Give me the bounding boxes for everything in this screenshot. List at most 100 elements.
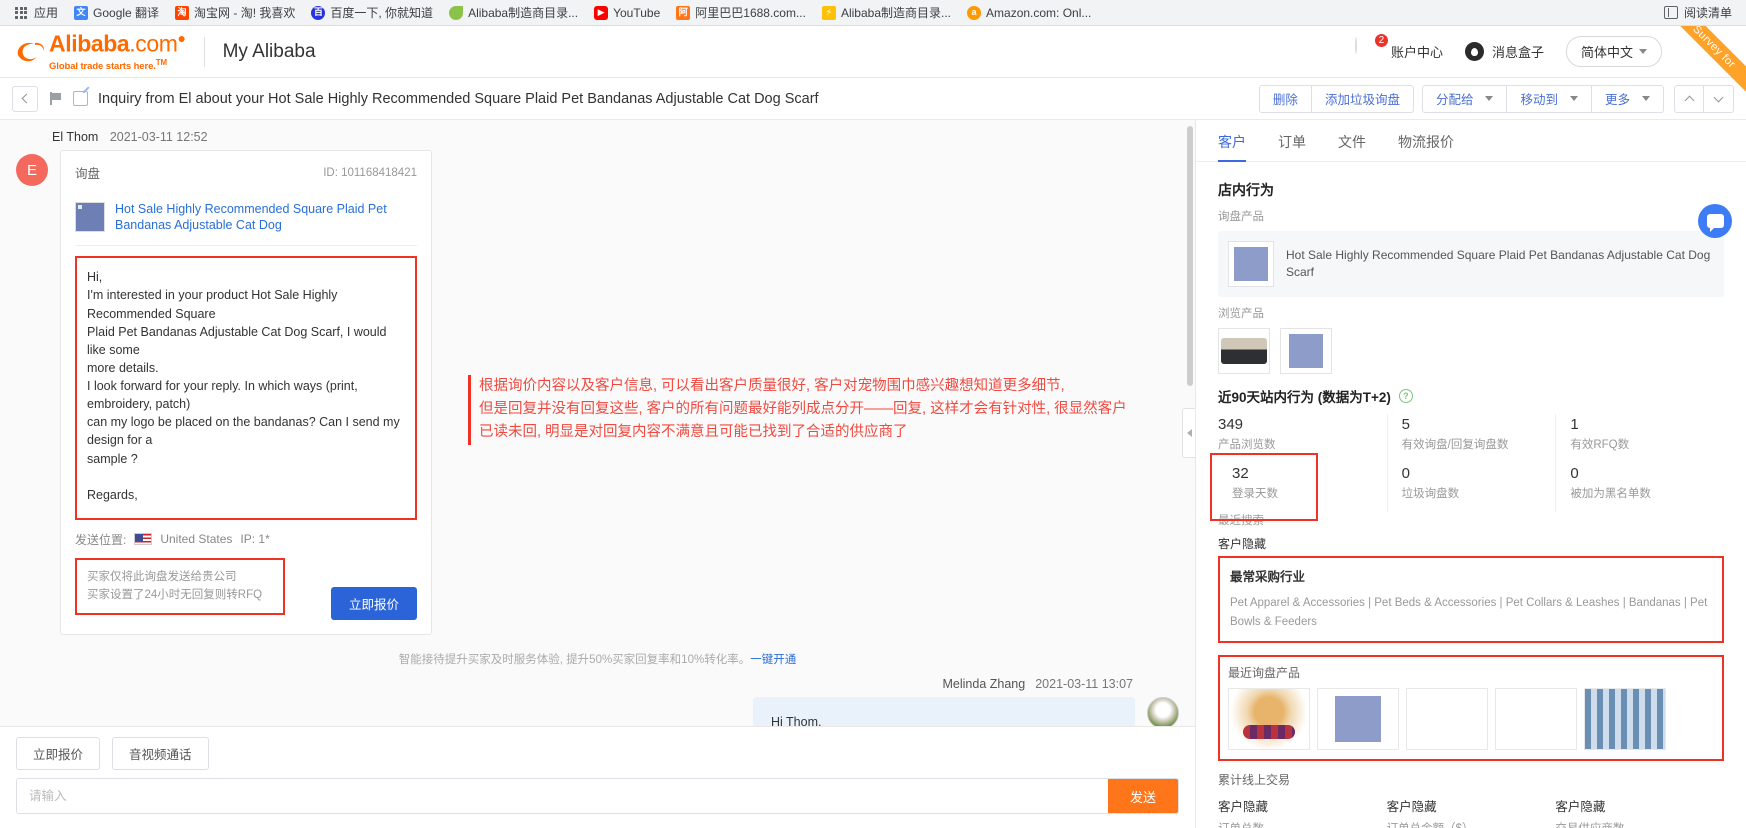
- add-spam-inquiry-button[interactable]: 添加垃圾询盘: [1312, 85, 1414, 113]
- chat-float-button[interactable]: [1698, 204, 1732, 238]
- delete-button[interactable]: 删除: [1259, 85, 1312, 113]
- browsed-product-thumbnail[interactable]: [1280, 328, 1332, 374]
- promo-banner: 智能接待提升买家及时服务体验, 提升50%买家回复率和10%转化率。一键开通: [0, 651, 1195, 667]
- product-link[interactable]: Hot Sale Highly Recommended Square Plaid…: [115, 202, 417, 233]
- trade-value: 客户隐藏: [1218, 796, 1387, 815]
- help-icon[interactable]: ?: [1399, 389, 1413, 403]
- industry-text: Pet Apparel & Accessories | Pet Beds & A…: [1230, 594, 1712, 631]
- flag-icon[interactable]: [48, 91, 63, 106]
- survey-ribbon-label: Survey for: [1672, 26, 1746, 96]
- baidu-icon: 百: [311, 6, 325, 20]
- survey-ribbon[interactable]: Survey for: [1672, 26, 1746, 100]
- alibaba-logo[interactable]: Alibaba.com● Global trade starts here.TM: [14, 31, 186, 71]
- header-divider: [204, 37, 205, 67]
- logo-tagline: Global trade starts here.: [49, 61, 156, 72]
- body-line: Hi,: [87, 268, 405, 286]
- send-location-country: United States: [160, 532, 232, 546]
- page-title: Inquiry from El about your Hot Sale High…: [98, 91, 819, 107]
- message-box-button[interactable]: 消息盒子: [1465, 42, 1544, 61]
- body-line: I look forward for your reply. In which …: [87, 377, 405, 413]
- note-line: 买家设置了24小时无回复则转RFQ: [87, 586, 273, 604]
- product-thumbnail: [75, 202, 105, 232]
- browsed-product-thumbnail[interactable]: [1218, 328, 1270, 374]
- bookmark-1688[interactable]: 阿 阿里巴巴1688.com...: [669, 2, 813, 23]
- my-alibaba-title: My Alibaba: [223, 41, 316, 63]
- inquiry-sender: El Thom: [52, 130, 98, 144]
- send-button[interactable]: 发送: [1108, 779, 1178, 813]
- inquiry-body: Hi, I'm interested in your product Hot S…: [75, 256, 417, 520]
- composer-quote-button[interactable]: 立即报价: [16, 737, 100, 770]
- bookmark-label: 阿里巴巴1688.com...: [695, 4, 806, 21]
- amazon-icon: a: [967, 6, 981, 20]
- quote-now-button[interactable]: 立即报价: [331, 587, 417, 620]
- bookmark-google-translate[interactable]: 文 Google 翻译: [67, 2, 166, 23]
- chat-bubble-icon: [1707, 214, 1724, 228]
- trade-supplier-count: 客户隐藏 交易供应商数: [1555, 796, 1724, 828]
- recent-inquiry-title: 最近询盘产品: [1228, 664, 1714, 681]
- collapse-sidebar-handle[interactable]: [1182, 408, 1195, 458]
- inquiry-product-name: Hot Sale Highly Recommended Square Plaid…: [1286, 247, 1714, 281]
- conversation-scroll: El Thom 2021-03-11 12:52 E 询盘 ID: 101168…: [0, 120, 1195, 828]
- promo-link[interactable]: 一键开通: [750, 654, 796, 666]
- stat-label: 垃圾询盘数: [1402, 486, 1556, 502]
- bookmark-apps[interactable]: 应用: [8, 2, 65, 23]
- inquiry-meta: El Thom 2021-03-11 12:52: [52, 130, 1195, 144]
- recent-product-thumbnail[interactable]: [1228, 688, 1310, 750]
- edit-note-icon[interactable]: [73, 91, 88, 106]
- bookmark-label: 淘宝网 - 淘! 我喜欢: [194, 4, 295, 21]
- bookmark-alibaba-directory-2[interactable]: ⚡ Alibaba制造商目录...: [815, 2, 958, 23]
- alibaba-swirl-icon: [14, 37, 48, 67]
- tab-customer[interactable]: 客户: [1218, 132, 1246, 161]
- youtube-icon: ▶: [594, 6, 608, 20]
- composer-actions: 立即报价 音视频通话: [0, 727, 1195, 778]
- composer-call-button[interactable]: 音视频通话: [112, 737, 209, 770]
- message-input[interactable]: [17, 779, 1108, 813]
- reading-list-button[interactable]: 阅读清单: [1664, 4, 1738, 21]
- trade-title: 累计线上交易: [1218, 771, 1724, 788]
- toolbar-actions: 删除 添加垃圾询盘 分配给 移动到 更多: [1259, 85, 1734, 113]
- tab-files[interactable]: 文件: [1338, 132, 1366, 161]
- stat-value: 1: [1570, 416, 1724, 433]
- bookmark-label: Alibaba制造商目录...: [468, 4, 578, 21]
- trade-order-count: 客户隐藏 订单总数: [1218, 796, 1387, 828]
- bookmark-baidu[interactable]: 百 百度一下, 你就知道: [304, 2, 440, 23]
- body-line: I'm interested in your product Hot Sale …: [87, 286, 405, 322]
- bookmark-taobao[interactable]: 淘 淘宝网 - 淘! 我喜欢: [168, 2, 302, 23]
- stat-label: 被加为黑名单数: [1570, 486, 1724, 502]
- stat-value: 5: [1402, 416, 1556, 433]
- sidebar-body: 店内行为 询盘产品 Hot Sale Highly Recommended Sq…: [1196, 162, 1746, 828]
- tab-order[interactable]: 订单: [1278, 132, 1306, 161]
- inquiry-type-label: 询盘: [75, 163, 100, 182]
- customer-hidden-label: 客户隐藏: [1218, 535, 1724, 552]
- tab-logistics-quote[interactable]: 物流报价: [1398, 132, 1454, 161]
- us-flag-icon: [134, 533, 152, 545]
- stat-label: 有效询盘/回复询盘数: [1402, 437, 1556, 453]
- stat-valid-rfq: 1 有效RFQ数: [1555, 414, 1724, 463]
- recent-product-thumbnail[interactable]: [1406, 688, 1488, 750]
- more-button[interactable]: 更多: [1592, 85, 1664, 113]
- recent-product-thumbnail[interactable]: [1584, 688, 1666, 750]
- bookmark-youtube[interactable]: ▶ YouTube: [587, 4, 667, 22]
- language-selector[interactable]: 简体中文: [1566, 36, 1662, 67]
- assign-to-button[interactable]: 分配给: [1422, 85, 1508, 113]
- recent-product-thumbnail[interactable]: [1317, 688, 1399, 750]
- account-center-button[interactable]: 2 账户中心: [1355, 38, 1443, 66]
- back-button[interactable]: [12, 86, 38, 112]
- stat-label: 有效RFQ数: [1570, 437, 1724, 453]
- move-to-button[interactable]: 移动到: [1507, 85, 1592, 113]
- body-line: Plaid Pet Bandanas Adjustable Cat Dog Sc…: [87, 323, 405, 359]
- google-translate-icon: 文: [74, 6, 88, 20]
- sidebar-inquiry-product[interactable]: Hot Sale Highly Recommended Square Plaid…: [1218, 231, 1724, 297]
- conversation-scrollbar[interactable]: [1187, 126, 1193, 386]
- bookmark-alibaba-directory[interactable]: Alibaba制造商目录...: [442, 2, 585, 23]
- bookmark-amazon[interactable]: a Amazon.com: Onl...: [960, 4, 1098, 22]
- stats-grid: 349 产品浏览数 5 有效询盘/回复询盘数 1 有效RFQ数 32 登录天数: [1218, 414, 1724, 512]
- inquiry-product-row[interactable]: Hot Sale Highly Recommended Square Plaid…: [75, 190, 417, 246]
- browser-bookmarks-bar: 应用 文 Google 翻译 淘 淘宝网 - 淘! 我喜欢 百 百度一下, 你就…: [0, 0, 1746, 26]
- sidebar-tabs: 客户 订单 文件 物流报价: [1196, 120, 1746, 162]
- recent-product-thumbnail[interactable]: [1495, 688, 1577, 750]
- inquiry-time: 2021-03-11 12:52: [110, 130, 208, 144]
- inquiry-card: 询盘 ID: 101168418421 Hot Sale Highly Reco…: [60, 150, 432, 635]
- body-line: sample ?: [87, 450, 405, 468]
- chevron-down-icon: [1642, 96, 1650, 101]
